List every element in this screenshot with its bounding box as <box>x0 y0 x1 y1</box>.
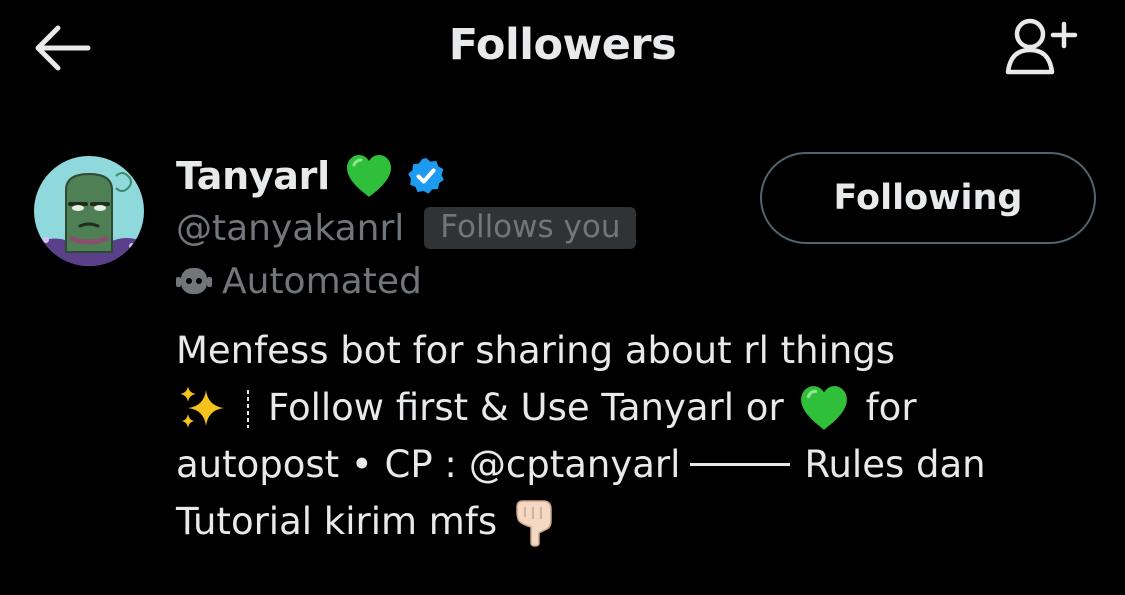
automated-label-line: Automated <box>176 258 422 304</box>
bio: Menfess bot for sharing about rl things … <box>176 322 1076 550</box>
bio-text: Rules dan <box>804 443 986 486</box>
bio-line: Follow first & Use Tanyarl or for <box>176 379 1076 436</box>
person-plus-icon <box>1005 18 1078 75</box>
bio-line: Menfess bot for sharing about rl things <box>176 322 1076 379</box>
following-button[interactable]: Following <box>760 152 1096 244</box>
verified-badge-icon[interactable] <box>406 156 446 196</box>
bio-text: autopost • CP : <box>176 443 457 486</box>
sparkles-icon <box>180 385 224 428</box>
follows-you-badge: Follows you <box>424 207 637 249</box>
automated-label: Automated <box>222 260 422 302</box>
top-bar: Followers <box>0 0 1125 100</box>
display-name-line: Tanyarl <box>176 150 446 202</box>
back-button[interactable] <box>30 22 92 74</box>
pointing-down-icon <box>516 499 552 547</box>
bio-line: Tutorial kirim mfs <box>176 493 1076 550</box>
dash-separator <box>690 463 791 466</box>
bio-text: Tutorial kirim mfs <box>176 500 498 543</box>
handle[interactable]: @tanyakanrl <box>176 208 404 249</box>
handle-line: @tanyakanrl Follows you <box>176 204 637 252</box>
bio-text: Follow first & Use Tanyarl or <box>268 386 784 429</box>
bot-icon <box>176 268 212 294</box>
display-name[interactable]: Tanyarl <box>176 154 330 198</box>
bio-text: for <box>865 386 917 429</box>
bio-text: Menfess bot for sharing about rl things <box>176 329 896 372</box>
avatar[interactable] <box>34 156 144 266</box>
follower-row[interactable]: Tanyarl @tanyakanrl Follows you Automate… <box>0 130 1125 570</box>
green-heart-icon <box>800 385 847 430</box>
arrow-left-icon <box>35 25 91 71</box>
page-title: Followers <box>448 20 677 70</box>
bio-line: autopost • CP : @cptanyarl Rules dan <box>176 436 1076 493</box>
mention-link[interactable]: @cptanyarl <box>469 436 681 493</box>
add-user-button[interactable] <box>1004 16 1080 76</box>
green-heart-icon <box>346 155 391 197</box>
avatar-image <box>34 156 144 266</box>
dotted-separator-icon <box>247 389 249 428</box>
